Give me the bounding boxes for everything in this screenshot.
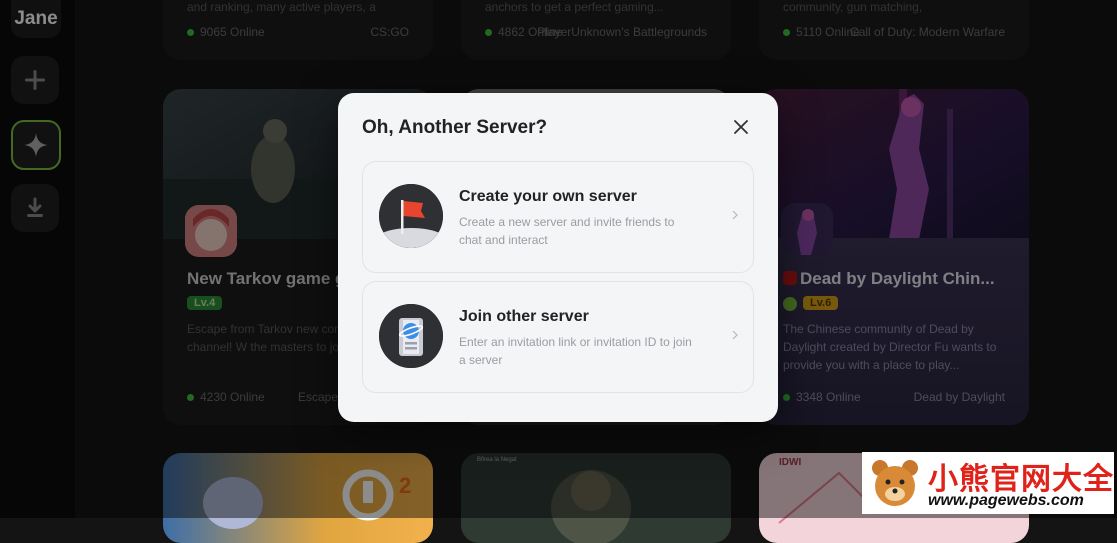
flag-icon xyxy=(379,184,443,248)
option-description: Create a new server and invite friends t… xyxy=(459,215,675,247)
planet-door-icon xyxy=(379,304,443,368)
close-button[interactable] xyxy=(729,115,753,139)
chevron-right-icon xyxy=(732,330,738,340)
create-server-option[interactable]: Create your own server Create a new serv… xyxy=(362,161,754,273)
close-icon xyxy=(734,120,748,134)
add-server-dialog: Oh, Another Server? Create your own serv… xyxy=(338,93,778,422)
dialog-title: Oh, Another Server? xyxy=(362,117,548,138)
watermark: 小熊官网大全 www.pagewebs.com xyxy=(862,452,1114,514)
join-server-option[interactable]: Join other server Enter an invitation li… xyxy=(362,281,754,393)
option-title: Create your own server xyxy=(459,188,637,205)
bear-logo-icon xyxy=(872,460,918,506)
chevron-right-icon xyxy=(732,210,738,220)
option-title: Join other server xyxy=(459,308,589,325)
watermark-url: www.pagewebs.com xyxy=(928,492,1084,509)
option-description: Enter an invitation link or invitation I… xyxy=(459,335,692,367)
